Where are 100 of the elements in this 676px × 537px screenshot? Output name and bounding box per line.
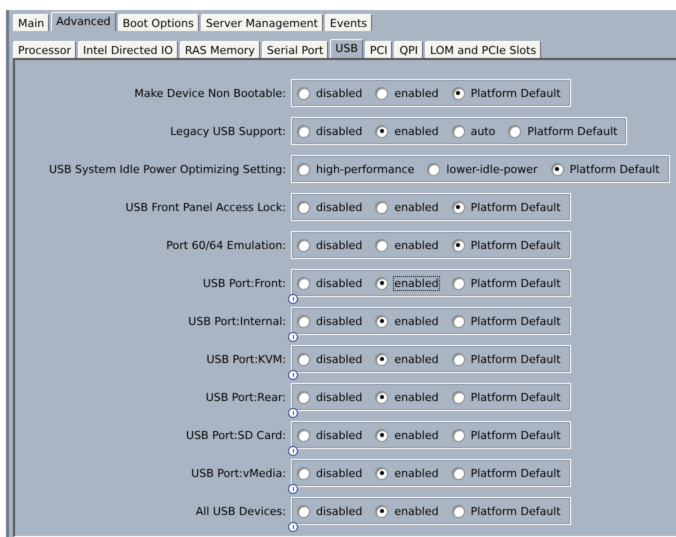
radio-label[interactable]: disabled <box>315 314 364 328</box>
radio-button[interactable] <box>297 466 310 480</box>
radio-label[interactable]: Platform Default <box>470 86 562 100</box>
radio-label[interactable]: auto <box>470 124 496 138</box>
radio-button[interactable] <box>427 162 440 176</box>
setting-label: Legacy USB Support: <box>169 124 287 138</box>
radio-label[interactable]: Platform Default <box>470 276 562 290</box>
radio-button[interactable] <box>452 276 465 290</box>
setting-label: USB Front Panel Access Lock: <box>124 200 287 214</box>
radio-button[interactable] <box>452 428 465 442</box>
radio-button[interactable] <box>452 504 465 518</box>
resize-handle-icon[interactable] <box>288 408 298 418</box>
resize-handle-icon[interactable] <box>288 294 298 304</box>
radio-button[interactable] <box>375 390 388 404</box>
radio-label[interactable]: Platform Default <box>470 314 562 328</box>
radio-label[interactable]: enabled <box>393 124 440 138</box>
setting-label: USB Port:Rear: <box>204 390 287 404</box>
radio-label[interactable]: enabled <box>393 352 440 366</box>
radio-label[interactable]: enabled <box>393 390 440 404</box>
radio-button[interactable] <box>297 428 310 442</box>
resize-handle-icon[interactable] <box>288 370 298 380</box>
setting-label: USB System Idle Power Optimizing Setting: <box>48 162 287 176</box>
tab[interactable]: RAS Memory <box>180 41 260 58</box>
tab[interactable]: Advanced <box>51 12 116 31</box>
tab[interactable]: Main <box>13 14 50 31</box>
radio-label[interactable]: Platform Default <box>470 352 562 366</box>
radio-button[interactable] <box>375 428 388 442</box>
radio-label[interactable]: Platform Default <box>526 124 618 138</box>
tab[interactable]: Events <box>324 14 372 31</box>
radio-button[interactable] <box>452 466 465 480</box>
radio-button[interactable] <box>452 86 465 100</box>
radio-button[interactable] <box>297 390 310 404</box>
setting-label: USB Port:vMedia: <box>190 466 287 480</box>
radio-label[interactable]: disabled <box>315 390 364 404</box>
radio-label[interactable]: disabled <box>315 276 364 290</box>
radio-label[interactable]: Platform Default <box>470 466 562 480</box>
tab[interactable]: Boot Options <box>118 14 199 31</box>
radio-label[interactable]: Platform Default <box>470 200 562 214</box>
radio-button[interactable] <box>297 86 310 100</box>
radio-label[interactable]: enabled <box>393 238 440 252</box>
radio-label[interactable]: enabled <box>393 86 440 100</box>
radio-button[interactable] <box>375 466 388 480</box>
radio-button[interactable] <box>452 200 465 214</box>
radio-label[interactable]: disabled <box>315 238 364 252</box>
radio-button[interactable] <box>297 162 310 176</box>
resize-handle-icon[interactable] <box>288 446 298 456</box>
radio-button[interactable] <box>375 86 388 100</box>
radio-button[interactable] <box>550 162 564 176</box>
radio-button[interactable] <box>297 314 310 328</box>
radio-label[interactable]: enabled <box>393 200 440 214</box>
resize-handle-icon[interactable] <box>288 522 298 532</box>
radio-label[interactable]: enabled <box>393 428 440 442</box>
radio-button[interactable] <box>452 314 465 328</box>
radio-button[interactable] <box>297 276 310 290</box>
radio-button[interactable] <box>375 124 388 138</box>
radio-label[interactable]: disabled <box>315 352 364 366</box>
radio-label[interactable]: Platform Default <box>470 504 562 518</box>
radio-button[interactable] <box>375 352 388 366</box>
radio-label[interactable]: disabled <box>315 504 364 518</box>
radio-button[interactable] <box>297 124 310 138</box>
radio-label[interactable]: lower-idle-power <box>445 162 539 176</box>
radio-label[interactable]: disabled <box>315 200 364 214</box>
tab[interactable]: Serial Port <box>262 41 328 58</box>
radio-label[interactable]: Platform Default <box>470 428 562 442</box>
radio-label[interactable]: Platform Default <box>568 162 661 176</box>
radio-button[interactable] <box>297 352 310 366</box>
radio-button[interactable] <box>452 390 465 404</box>
radio-label[interactable]: enabled <box>393 314 440 328</box>
radio-label[interactable]: enabled <box>393 276 440 290</box>
tab[interactable]: LOM and PCIe Slots <box>425 41 542 58</box>
resize-handle-icon[interactable] <box>288 484 298 494</box>
radio-button[interactable] <box>375 238 388 252</box>
radio-button[interactable] <box>452 238 465 252</box>
radio-button[interactable] <box>452 124 465 138</box>
tab[interactable]: Server Management <box>200 14 323 31</box>
radio-button[interactable] <box>375 276 388 290</box>
radio-label[interactable]: enabled <box>393 466 440 480</box>
radio-label[interactable]: disabled <box>315 466 364 480</box>
radio-label[interactable]: disabled <box>315 86 364 100</box>
radio-button[interactable] <box>297 504 310 518</box>
resize-handle-icon[interactable] <box>288 332 298 342</box>
tab[interactable]: USB <box>330 39 363 58</box>
tab[interactable]: Processor <box>13 41 76 58</box>
radio-button[interactable] <box>452 352 465 366</box>
radio-button[interactable] <box>375 200 388 214</box>
radio-label[interactable]: Platform Default <box>470 238 562 252</box>
tab[interactable]: Intel Directed IO <box>78 41 178 58</box>
tab[interactable]: PCI <box>364 41 392 58</box>
radio-label[interactable]: disabled <box>315 124 364 138</box>
tab[interactable]: QPI <box>394 41 423 58</box>
radio-label[interactable]: Platform Default <box>470 390 562 404</box>
radio-label[interactable]: disabled <box>315 428 364 442</box>
radio-button[interactable] <box>508 124 522 138</box>
radio-button[interactable] <box>297 238 310 252</box>
radio-button[interactable] <box>375 504 388 518</box>
radio-label[interactable]: enabled <box>393 504 440 518</box>
radio-button[interactable] <box>297 200 310 214</box>
radio-label[interactable]: high-performance <box>315 162 416 176</box>
radio-button[interactable] <box>375 314 388 328</box>
setting-label: USB Port:SD Card: <box>185 428 287 442</box>
